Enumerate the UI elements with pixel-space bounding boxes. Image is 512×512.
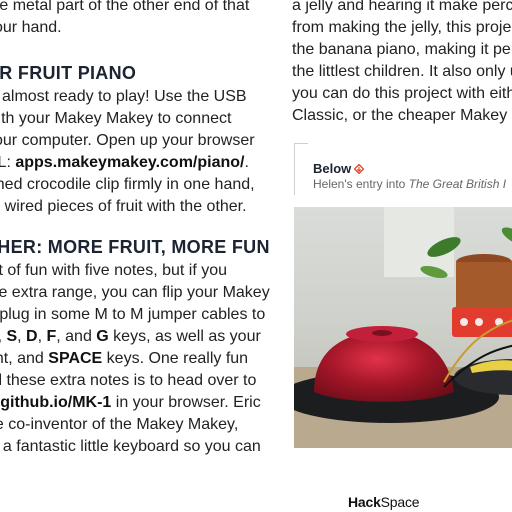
body-line: ght, and SPACE keys. One really fun [0,348,248,370]
caption-text-title: The Great British I [408,177,507,191]
body-text: keys. One really fun [102,350,249,367]
github-url: n.github.io/MK-1 [0,394,112,411]
body-line: n.github.io/MK-1 in your browser. Eric [0,392,261,414]
body-line: your computer. Open up your browser [0,132,255,149]
body-text: ght, and [0,350,44,367]
jelly-piano-photo [294,207,512,448]
key-f: F [46,328,57,345]
separator: , and [56,328,97,345]
caption-title: Below [313,161,365,176]
body-line: the littlest children. It also only u [292,63,512,80]
key-g: G [96,328,109,345]
body-line: is almost ready to play! Use the USB [0,88,247,105]
body-text: RL: [0,154,11,171]
photo-illustration [294,207,512,448]
body-line: the metal part of the other end of that [0,0,250,14]
logo-hack: Hack [348,494,381,510]
body-line: d plug in some M to M jumper cables to [0,306,266,323]
body-line: you can do this project with eith [292,85,512,102]
body-line: with your Makey Makey to connect [0,110,232,127]
body-line: lot of fun with five notes, but if you [0,262,228,279]
caption-rule-top [294,143,308,144]
body-line: Classic, or the cheaper Makey M [292,107,512,124]
body-line: your hand. [0,19,62,36]
section-heading-more-fruit: THER: MORE FRUIT, MORE FUN [0,237,270,257]
body-text: keys, as well as your [108,328,261,345]
logo-space: Space [380,494,420,510]
caption-title-text: Below [313,161,352,176]
body-line: from making the jelly, this projec [292,19,512,36]
piano-url: apps.makeymakey.com/piano/ [15,154,245,171]
body-line: le a fantastic little keyboard so you ca… [0,438,261,455]
caption-rule [294,143,295,195]
key-s: S [6,328,18,345]
magazine-logo: HackSpace [348,494,420,510]
body-line: he co-inventor of the Makey Makey, [0,416,239,433]
arrow-down-icon [354,164,365,174]
body-line: RL: apps.makeymakey.com/piano/. [0,152,249,174]
body-line: the banana piano, making it perf [292,41,512,58]
body-line: ttle extra range, you can flip your Make… [0,284,270,301]
caption-text: Helen's entry into The Great British I [313,177,506,191]
separator: , [17,328,27,345]
section-heading-fruit-piano: UR FRUIT PIANO [0,63,137,83]
caption-text-prefix: Helen's entry into [313,177,409,191]
body-text: in your browser. Eric [111,394,261,411]
key-space: SPACE [48,350,103,367]
figure: Below Helen's entry into The Great Briti… [294,143,512,448]
body-line: a jelly and hearing it make percu [292,0,512,14]
body-line: rthed crocodile clip firmly in one hand, [0,176,255,193]
keys-line: A, S, D, F, and G keys, as well as your [0,326,261,348]
body-text: . [244,154,249,171]
body-line: ur wired pieces of fruit with the other. [0,198,247,215]
key-d: D [26,328,38,345]
body-line: all these extra notes is to head over to [0,372,257,389]
